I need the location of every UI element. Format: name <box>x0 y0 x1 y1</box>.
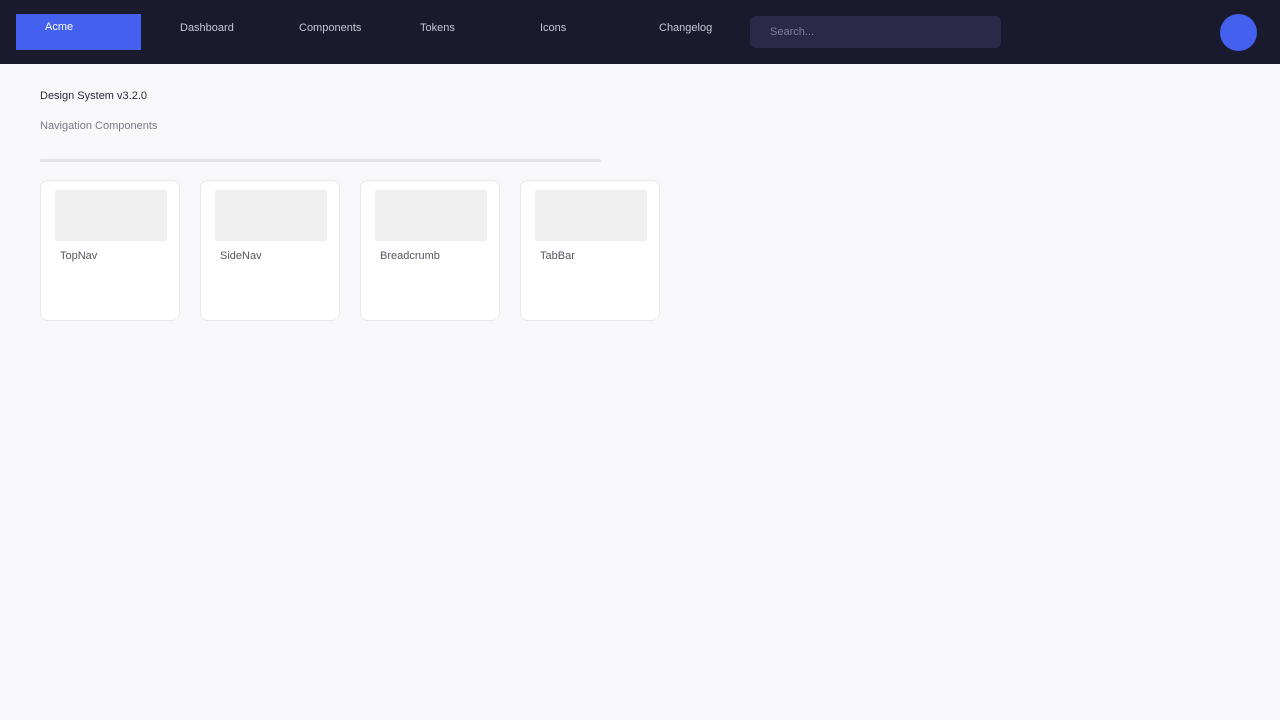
card-label: SideNav <box>220 250 262 262</box>
card-thumbnail <box>375 190 487 241</box>
nav-link-dashboard[interactable]: Dashboard <box>180 22 234 34</box>
component-card-tabbar[interactable]: TabBar <box>520 180 660 321</box>
user-avatar[interactable] <box>1220 14 1257 51</box>
nav-link-changelog[interactable]: Changelog <box>659 22 712 34</box>
section-title: Navigation Components <box>40 120 158 132</box>
card-thumbnail <box>535 190 647 241</box>
card-thumbnail <box>55 190 167 241</box>
card-thumbnail <box>215 190 327 241</box>
component-card-breadcrumb[interactable]: Breadcrumb <box>360 180 500 321</box>
nav-link-tokens[interactable]: Tokens <box>420 22 455 34</box>
top-navigation-bar: Acme Dashboard Components Tokens Icons C… <box>0 0 1280 64</box>
nav-link-components[interactable]: Components <box>299 22 361 34</box>
card-label: TopNav <box>60 250 98 262</box>
brand-logo-button[interactable]: Acme <box>16 14 141 50</box>
search-input[interactable] <box>750 16 1001 48</box>
page-title: Design System v3.2.0 <box>40 90 147 102</box>
card-label: TabBar <box>540 250 575 262</box>
section-divider <box>40 159 601 162</box>
nav-link-icons[interactable]: Icons <box>540 22 566 34</box>
component-card-sidenav[interactable]: SideNav <box>200 180 340 321</box>
component-card-topnav[interactable]: TopNav <box>40 180 180 321</box>
card-label: Breadcrumb <box>380 250 440 262</box>
